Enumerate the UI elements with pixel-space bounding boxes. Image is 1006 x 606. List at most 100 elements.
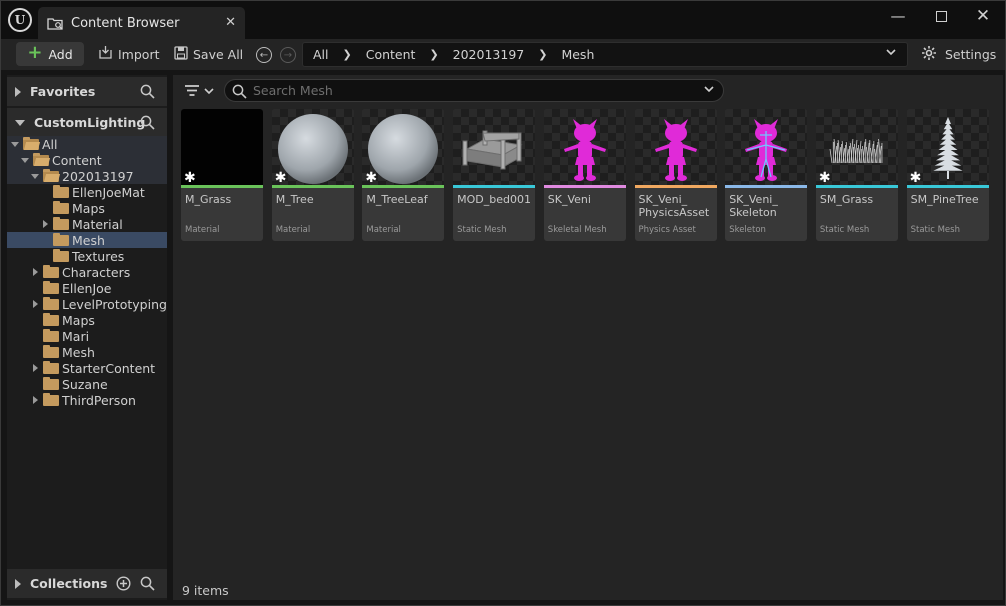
add-label: Add	[48, 46, 73, 62]
title-bar: U Content Browser ✕ — ✕	[1, 1, 1005, 39]
asset-tile[interactable]: ✱ M_TreeLeaf Material	[362, 109, 445, 241]
tree-item[interactable]: Mesh	[7, 344, 167, 360]
import-icon	[98, 45, 113, 63]
search-icon[interactable]	[140, 115, 155, 133]
collapse-arrow-icon[interactable]	[11, 142, 19, 147]
search-icon[interactable]	[140, 84, 155, 102]
asset-name: SM_Grass	[819, 193, 874, 206]
tree-item[interactable]: EllenJoeMat	[7, 184, 167, 200]
asset-tile[interactable]: MOD_bed001 Static Mesh	[453, 109, 536, 241]
add-button[interactable]: + Add	[16, 42, 84, 66]
asset-tile[interactable]: SK_Veni Skeletal Mesh	[543, 109, 626, 241]
project-header[interactable]: CustomLighting	[7, 108, 167, 137]
tree-item[interactable]: Content	[7, 152, 167, 168]
tree-item-label: Content	[52, 152, 102, 168]
close-window-button[interactable]: ✕	[966, 5, 1000, 27]
asset-tile[interactable]: ✱ SM_PineTree Static Mesh	[906, 109, 989, 241]
asset-tile[interactable]: ✱ SM_Grass Static Mesh	[815, 109, 898, 241]
maximize-button[interactable]	[924, 5, 958, 27]
forward-button[interactable]: →	[280, 47, 296, 63]
asset-type-color-bar	[181, 185, 263, 188]
chevron-right-icon[interactable]: ❯	[538, 48, 547, 61]
save-icon	[174, 45, 188, 63]
breadcrumb: All ❯ Content ❯ 202013197 ❯ Mesh	[302, 42, 908, 67]
tree-item-label: LevelPrototyping	[62, 296, 167, 312]
tab-content-browser[interactable]: Content Browser ✕	[38, 7, 245, 39]
asset-name: SK_Veni_ PhysicsAsset	[638, 193, 710, 219]
settings-button[interactable]: Settings	[921, 42, 996, 66]
breadcrumb-all[interactable]: All	[313, 47, 329, 62]
tree-item[interactable]: 202013197	[7, 168, 167, 184]
close-tab-icon[interactable]: ✕	[225, 15, 236, 30]
folder-icon	[53, 185, 69, 198]
tree-item[interactable]: Material	[7, 216, 167, 232]
asset-type: Material	[366, 225, 401, 235]
search-icon	[232, 84, 247, 102]
add-collection-icon[interactable]	[116, 576, 131, 594]
collections-header[interactable]: Collections	[7, 569, 167, 598]
search-input[interactable]: Search Mesh	[224, 79, 724, 102]
collapse-arrow-icon[interactable]	[31, 174, 39, 179]
collapse-arrow-icon[interactable]	[21, 158, 29, 163]
asset-name: SM_PineTree	[910, 193, 979, 206]
folder-tree: All Content 202013197 EllenJoeMat Maps Materi…	[7, 136, 167, 408]
expand-arrow-icon[interactable]	[33, 396, 38, 404]
tree-item[interactable]: Mesh	[7, 232, 167, 248]
asset-type-color-bar	[634, 185, 717, 188]
tree-item[interactable]: All	[7, 136, 167, 152]
settings-label: Settings	[945, 46, 997, 62]
expand-arrow-icon[interactable]	[43, 220, 48, 228]
asset-tile[interactable]: SK_Veni_ Skeleton Skeleton	[725, 109, 808, 241]
expand-arrow-icon[interactable]	[33, 364, 38, 372]
breadcrumb-mesh[interactable]: Mesh	[561, 47, 594, 62]
folder-icon	[43, 329, 59, 342]
save-all-button[interactable]: Save All	[174, 42, 243, 66]
asset-tile[interactable]: ✱ M_Tree Material	[271, 109, 354, 241]
tree-item[interactable]: Maps	[7, 312, 167, 328]
unreal-logo-icon: U	[8, 8, 32, 32]
tree-item[interactable]: LevelPrototyping	[7, 296, 167, 312]
asset-tile[interactable]: ✱ M_Grass Material	[181, 109, 263, 241]
asset-name: SK_Veni_ Skeleton	[729, 193, 778, 219]
import-button[interactable]: Import	[98, 42, 160, 66]
unsaved-asterisk-icon: ✱	[818, 170, 831, 186]
asset-type: Material	[185, 225, 220, 235]
asset-thumbnail	[543, 109, 626, 185]
breadcrumb-content[interactable]: Content	[366, 47, 416, 62]
tree-item-label: StarterContent	[62, 360, 156, 376]
history-dropdown-icon[interactable]	[885, 46, 897, 61]
tree-item[interactable]: StarterContent	[7, 360, 167, 376]
breadcrumb-202013197[interactable]: 202013197	[453, 47, 525, 62]
tree-item[interactable]: Mari	[7, 328, 167, 344]
search-icon[interactable]	[140, 576, 155, 594]
favorites-label: Favorites	[30, 84, 96, 99]
tree-item[interactable]: ThirdPerson	[7, 392, 167, 408]
unsaved-asterisk-icon: ✱	[274, 170, 287, 186]
tree-item[interactable]: Textures	[7, 248, 167, 264]
back-button[interactable]: ←	[256, 47, 272, 63]
tree-item-label: EllenJoeMat	[72, 184, 145, 200]
chevron-down-icon[interactable]	[703, 83, 715, 98]
sources-panel: Favorites CustomLighting All Content 20201…	[7, 75, 167, 600]
gear-icon	[921, 45, 937, 64]
asset-thumbnail	[634, 109, 717, 185]
expand-arrow-icon[interactable]	[33, 300, 38, 308]
tree-item-label: All	[42, 136, 58, 152]
expand-arrow-icon[interactable]	[33, 268, 38, 276]
minimize-button[interactable]: —	[881, 5, 915, 27]
chevron-right-icon[interactable]: ❯	[429, 48, 438, 61]
tree-item[interactable]: Suzane	[7, 376, 167, 392]
chevron-right-icon[interactable]: ❯	[343, 48, 352, 61]
unsaved-asterisk-icon: ✱	[184, 170, 196, 186]
tree-item[interactable]: EllenJoe	[7, 280, 167, 296]
tree-item[interactable]: Characters	[7, 264, 167, 280]
folder-icon	[53, 201, 69, 214]
tree-item[interactable]: Maps	[7, 200, 167, 216]
filter-button[interactable]	[183, 82, 219, 100]
asset-name: MOD_bed001	[457, 193, 531, 206]
asset-tile[interactable]: SK_Veni_ PhysicsAsset Physics Asset	[634, 109, 717, 241]
favorites-header[interactable]: Favorites	[7, 77, 167, 106]
folder-icon	[53, 217, 69, 230]
tree-item-label: Mesh	[62, 344, 95, 360]
content-browser-icon	[47, 16, 63, 30]
